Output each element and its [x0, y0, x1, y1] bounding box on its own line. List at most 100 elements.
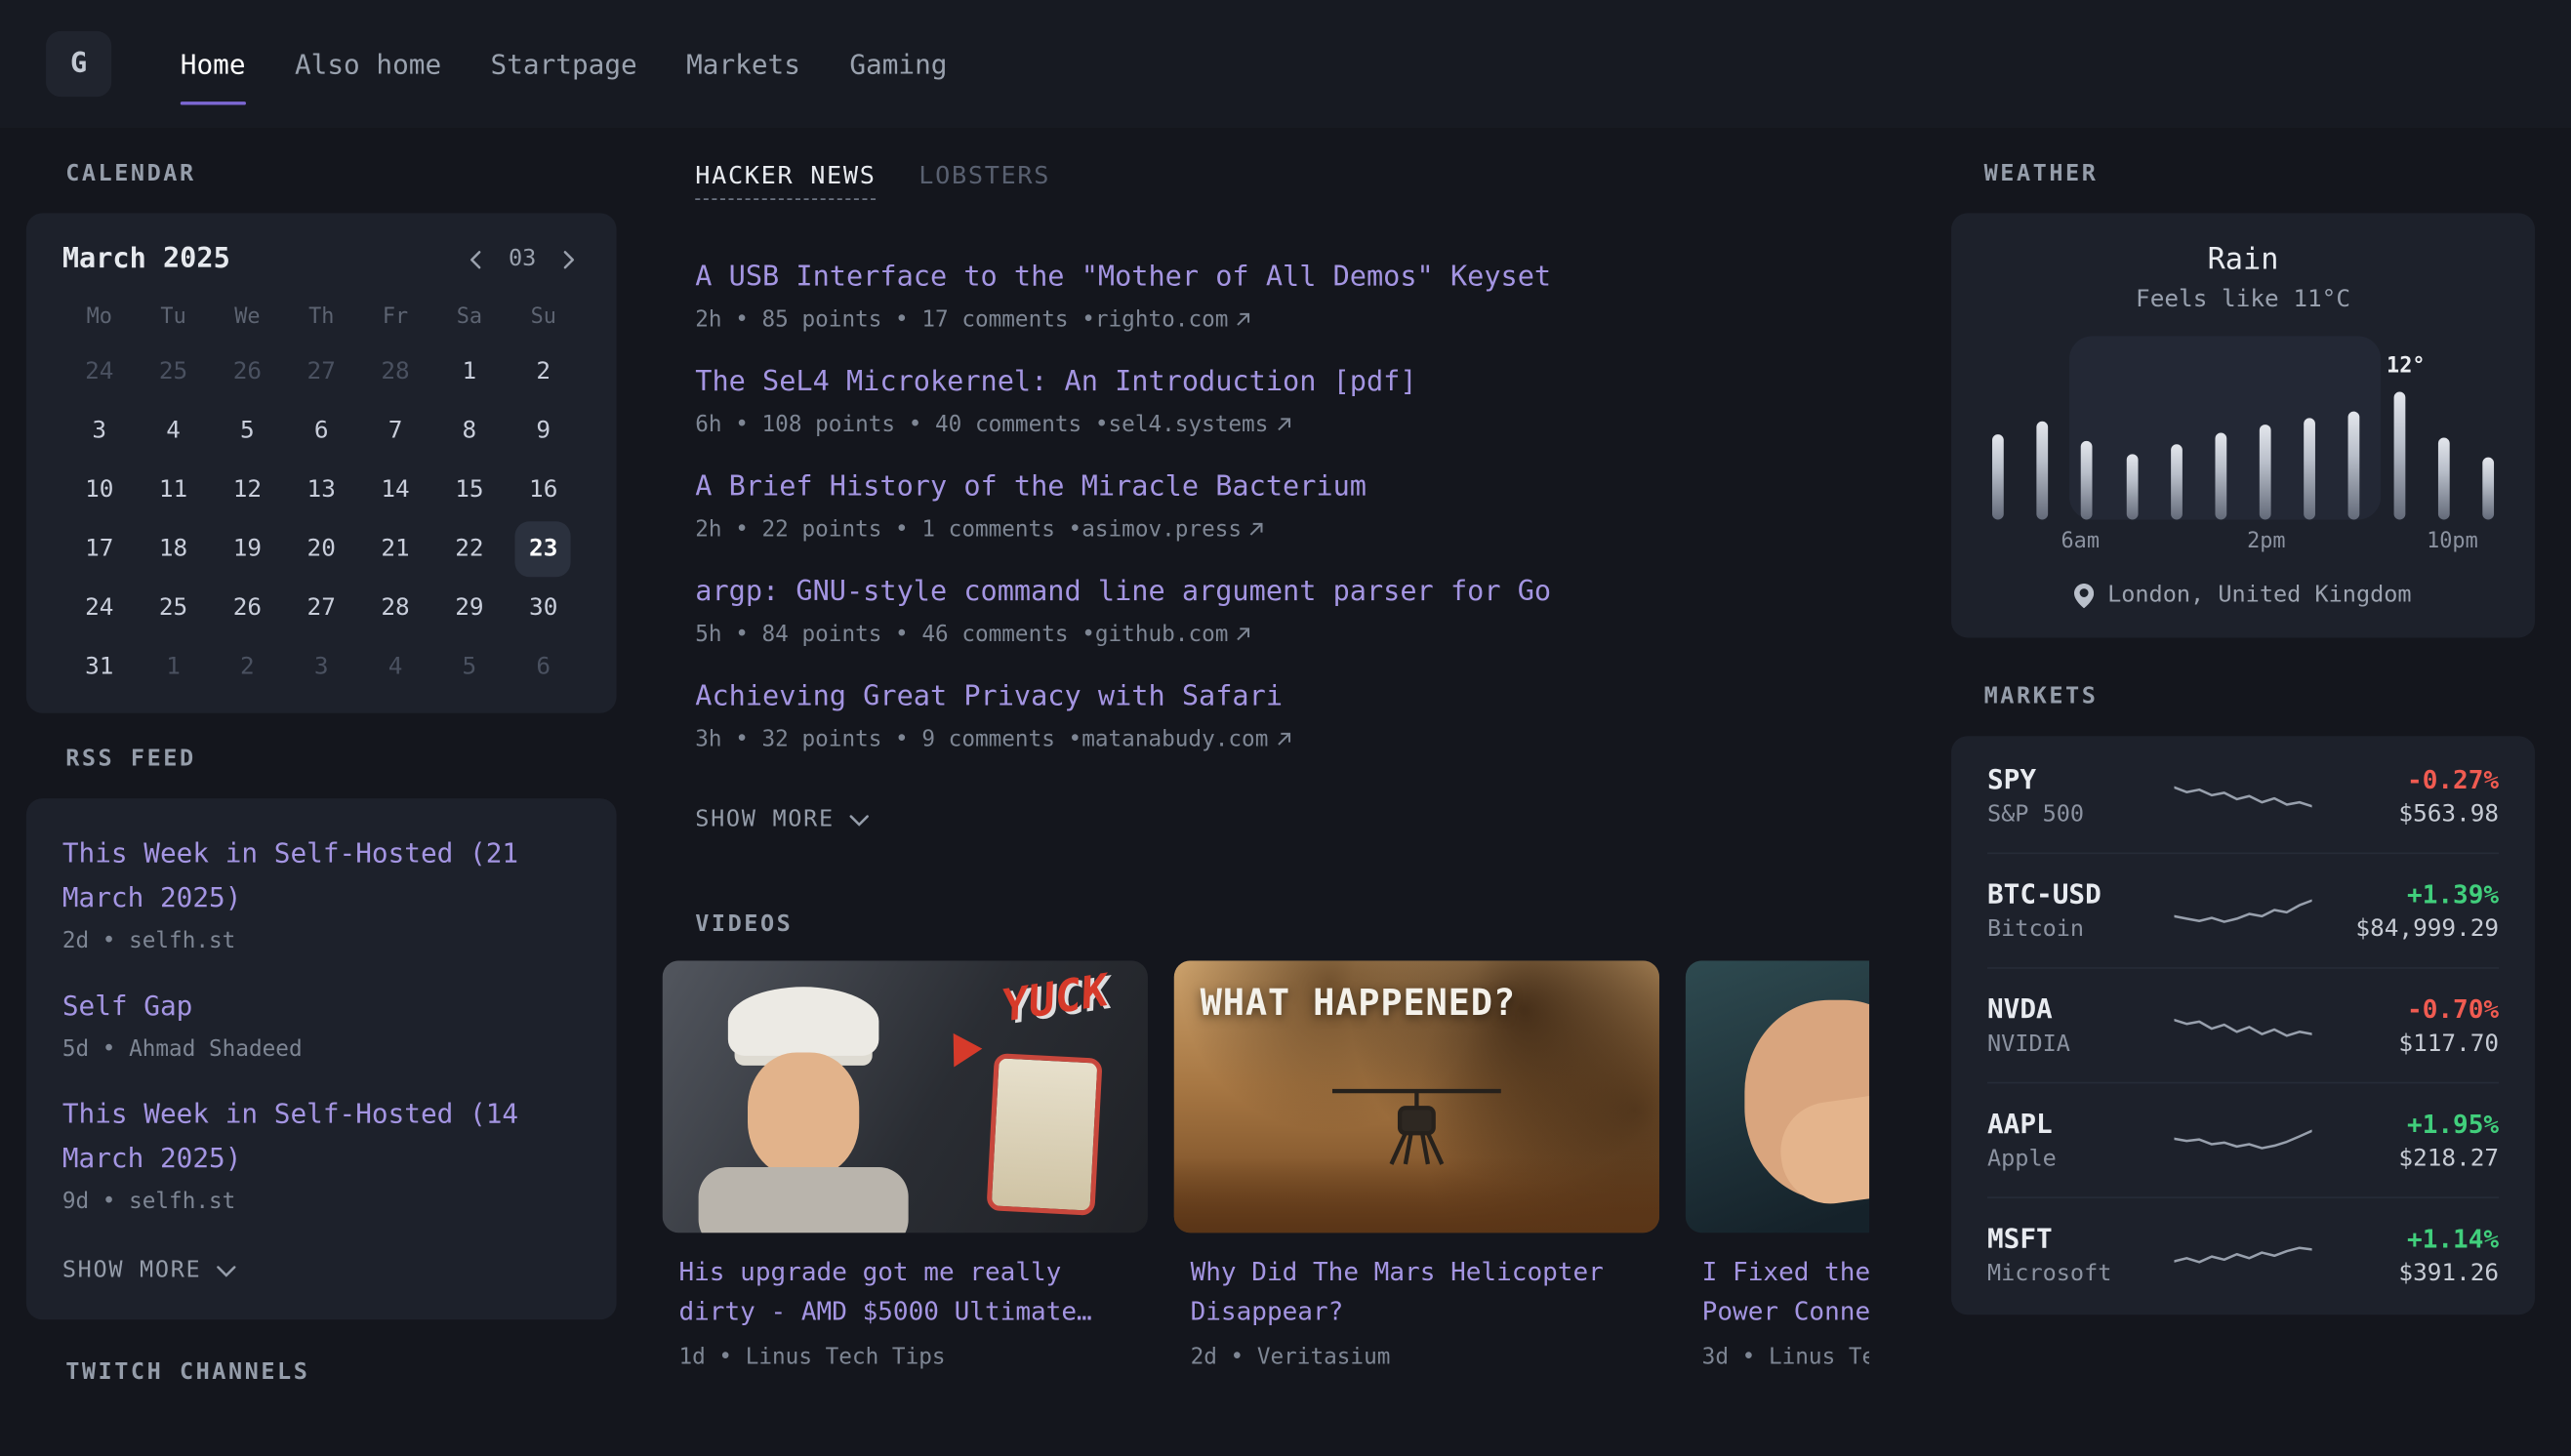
nav-tab-also-home[interactable]: Also home — [295, 0, 441, 128]
nav-tab-home[interactable]: Home — [181, 0, 246, 128]
video-thumbnail[interactable]: DO — [1686, 960, 1869, 1233]
weather-hour-label: 10pm — [2427, 530, 2478, 554]
calendar-day: 5 — [210, 402, 284, 461]
market-right: -0.27% $563.98 — [2312, 765, 2500, 828]
calendar-next-icon[interactable] — [555, 247, 580, 271]
story-domain-link[interactable]: righto.com — [1095, 306, 1251, 333]
rss-item: This Week in Self-Hosted (21 March 2025)… — [62, 831, 581, 954]
calendar-day: 14 — [358, 461, 432, 519]
thumbnail-decoration — [986, 1053, 1102, 1216]
hn-story: Achieving Great Privacy with Safari 3h •… — [695, 675, 1869, 752]
market-right: +1.95% $218.27 — [2312, 1109, 2500, 1171]
story-domain-link[interactable]: sel4.systems — [1109, 412, 1291, 438]
story-title-link[interactable]: A USB Interface to the "Mother of All De… — [695, 261, 1551, 294]
video-title[interactable]: Why Did The Mars Helicopter Disappear? — [1191, 1252, 1644, 1331]
weather-bar — [2393, 391, 2405, 519]
calendar-day: 20 — [284, 520, 358, 579]
calendar-day: 24 — [62, 579, 137, 637]
calendar-day: 26 — [210, 343, 284, 401]
rss-item-meta: 9d • selfh.st — [62, 1189, 581, 1215]
market-ticker: SPY — [1987, 764, 2175, 795]
markets-widget: SPY S&P 500 -0.27% $563.98 BTC-USD Bitco… — [1951, 736, 2535, 1314]
market-row[interactable]: AAPL Apple +1.95% $218.27 — [1987, 1082, 2499, 1197]
video-title[interactable]: His upgrade got me really dirty - AMD $5… — [678, 1252, 1131, 1331]
story-meta: 6h • 108 points • 40 comments • sel4.sys… — [695, 412, 1869, 438]
rss-item-meta: 5d • Ahmad Shadeed — [62, 1036, 581, 1063]
story-meta-text: 2h • 22 points • 1 comments • — [695, 516, 1081, 543]
nav-tab-startpage[interactable]: Startpage — [491, 0, 637, 128]
calendar-weekday: Th — [284, 299, 358, 343]
market-row[interactable]: SPY S&P 500 -0.27% $563.98 — [1987, 740, 2499, 853]
calendar-day: 9 — [507, 402, 581, 461]
market-row[interactable]: MSFT Microsoft +1.14% $391.26 — [1987, 1196, 2499, 1312]
rss-item-title-link[interactable]: This Week in Self-Hosted (14 March 2025) — [62, 1092, 581, 1181]
tab-lobsters[interactable]: LOBSTERS — [918, 161, 1050, 200]
video-thumbnail[interactable]: YUCK — [663, 960, 1148, 1233]
rss-item-title-link[interactable]: This Week in Self-Hosted (21 March 2025) — [62, 831, 581, 920]
story-title-link[interactable]: argp: GNU-style command line argument pa… — [695, 576, 1551, 609]
calendar-day: 22 — [432, 520, 507, 579]
calendar-day: 16 — [507, 461, 581, 519]
rss-show-more-button[interactable]: SHOW MORE — [62, 1257, 236, 1283]
hn-story: A Brief History of the Miracle Bacterium… — [695, 465, 1869, 543]
story-meta: 2h • 85 points • 17 comments • righto.co… — [695, 306, 1869, 333]
video-thumbnail[interactable]: WHAT HAPPENED? — [1174, 960, 1659, 1233]
calendar-grid: 2425262728123456789101112131415161718192… — [62, 343, 581, 697]
market-row[interactable]: NVDA NVIDIA -0.70% $117.70 — [1987, 967, 2499, 1082]
external-link-icon — [1235, 311, 1251, 328]
market-ticker: MSFT — [1987, 1223, 2175, 1254]
external-link-icon — [1235, 627, 1251, 643]
weather-bar — [2482, 458, 2494, 520]
nav-tab-markets[interactable]: Markets — [686, 0, 800, 128]
video-title[interactable]: I Fixed the 5 — [1702, 1252, 1869, 1291]
calendar-day: 4 — [358, 637, 432, 696]
story-domain-text: github.com — [1095, 622, 1229, 648]
market-price: $117.70 — [2312, 1031, 2500, 1057]
market-name: Apple — [1987, 1146, 2175, 1172]
calendar-weekdays: MoTuWeThFrSaSu — [62, 299, 581, 343]
market-price: $391.26 — [2312, 1260, 2500, 1286]
video-title-line2[interactable]: Power Connect — [1702, 1292, 1869, 1331]
weather-location-text: London, United Kingdom — [2107, 582, 2412, 608]
videos-heading: VIDEOS — [695, 911, 1869, 938]
rss-item: Self Gap 5d • Ahmad Shadeed — [62, 984, 581, 1063]
calendar-day: 4 — [137, 402, 211, 461]
market-sparkline — [2174, 1115, 2311, 1164]
nav-tab-gaming[interactable]: Gaming — [849, 0, 947, 128]
market-right: +1.39% $84,999.29 — [2312, 879, 2500, 942]
rss-widget: This Week in Self-Hosted (21 March 2025)… — [26, 798, 617, 1319]
market-ticker: AAPL — [1987, 1109, 2175, 1140]
weather-bar — [2171, 444, 2183, 519]
video-meta: 1d • Linus Tech Tips — [678, 1344, 1131, 1370]
story-title-link[interactable]: Achieving Great Privacy with Safari — [695, 680, 1283, 713]
calendar-day: 6 — [507, 637, 581, 696]
rss-item-meta: 2d • selfh.st — [62, 928, 581, 954]
story-domain-text: asimov.press — [1081, 516, 1242, 543]
calendar-weekday: Su — [507, 299, 581, 343]
market-row[interactable]: BTC-USD Bitcoin +1.39% $84,999.29 — [1987, 853, 2499, 968]
rss-item-title-link[interactable]: Self Gap — [62, 984, 581, 1028]
hn-show-more-button[interactable]: SHOW MORE — [695, 806, 869, 832]
tab-hacker-news[interactable]: HACKER NEWS — [695, 161, 876, 200]
video-card[interactable]: WHAT HAPPENED? Why Did The Mars Helicopt… — [1174, 960, 1659, 1370]
story-domain-text: righto.com — [1095, 306, 1229, 333]
video-card[interactable]: YUCK His upgrade got me really dirty - A… — [663, 960, 1148, 1370]
chevron-down-icon — [849, 814, 869, 826]
story-title-link[interactable]: The SeL4 Microkernel: An Introduction [p… — [695, 366, 1416, 399]
story-domain-link[interactable]: matanabudy.com — [1081, 726, 1291, 752]
hn-story-list: A USB Interface to the "Mother of All De… — [695, 256, 1869, 752]
video-card[interactable]: DO I Fixed the 5 Power Connect 3d • Linu… — [1686, 960, 1869, 1370]
weather-bar — [1992, 434, 2004, 519]
logo[interactable]: G — [46, 31, 111, 97]
story-domain-link[interactable]: asimov.press — [1081, 516, 1264, 543]
calendar-day: 3 — [284, 637, 358, 696]
story-domain-link[interactable]: github.com — [1095, 622, 1251, 648]
thumbnail-decoration — [748, 1052, 859, 1177]
calendar-day: 13 — [284, 461, 358, 519]
story-title-link[interactable]: A Brief History of the Miracle Bacterium — [695, 470, 1367, 504]
calendar-prev-icon[interactable] — [465, 247, 489, 271]
calendar-day: 10 — [62, 461, 137, 519]
rss-list: This Week in Self-Hosted (21 March 2025)… — [62, 831, 581, 1215]
calendar-weekday: Fr — [358, 299, 432, 343]
left-column: CALENDAR March 2025 03 MoTuWeThFrSaSu — [26, 128, 617, 1411]
